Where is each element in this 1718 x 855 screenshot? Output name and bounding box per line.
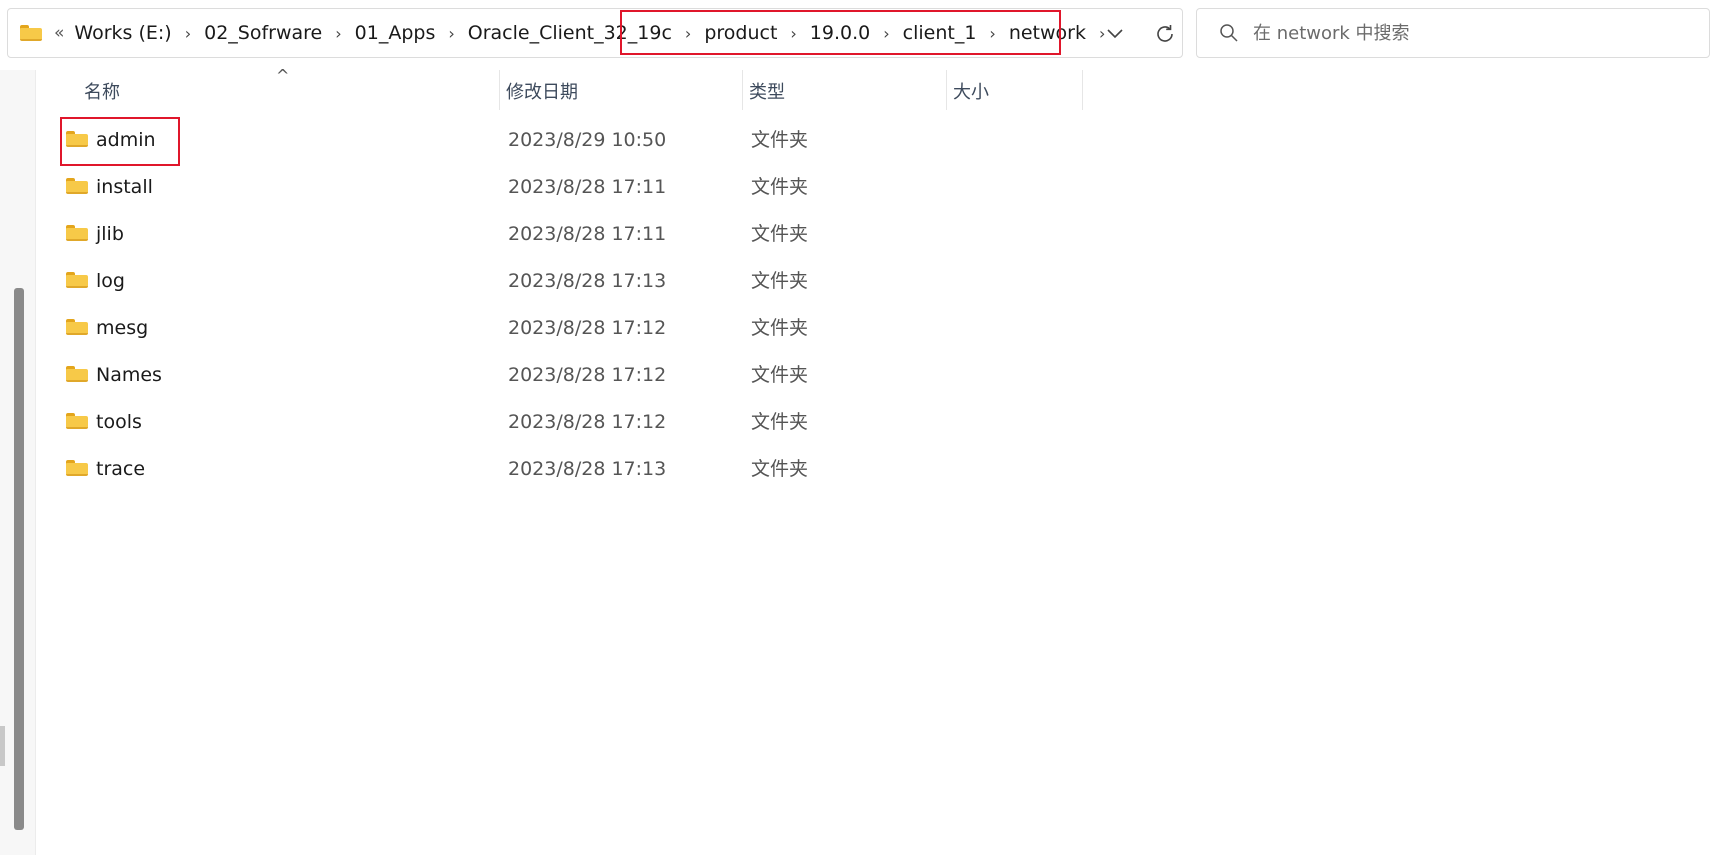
file-name[interactable]: tools <box>96 399 142 446</box>
folder-icon <box>66 178 88 194</box>
file-name[interactable]: trace <box>96 446 145 493</box>
breadcrumb-item-network[interactable]: network <box>1003 22 1092 44</box>
column-header-date[interactable]: 修改日期 <box>506 70 578 112</box>
file-date: 2023/8/29 10:50 <box>508 129 667 151</box>
list-item[interactable]: log 2023/8/28 17:13 文件夹 <box>36 258 1084 305</box>
breadcrumb-separator-icon[interactable]: › <box>876 24 896 43</box>
breadcrumb: Works (E:) › 02_Sofrware › 01_Apps › Ora… <box>68 9 1112 57</box>
breadcrumb-separator-icon[interactable]: › <box>178 24 198 43</box>
breadcrumb-item-version[interactable]: 19.0.0 <box>804 22 876 44</box>
file-type: 文件夹 <box>751 411 809 433</box>
folder-icon <box>66 366 88 382</box>
file-name[interactable]: log <box>96 258 125 305</box>
breadcrumb-separator-icon[interactable]: › <box>678 24 698 43</box>
file-name[interactable]: jlib <box>96 211 124 258</box>
column-divider[interactable] <box>499 70 500 110</box>
breadcrumb-separator-icon[interactable]: › <box>982 24 1002 43</box>
list-item[interactable]: jlib 2023/8/28 17:11 文件夹 <box>36 211 1084 258</box>
file-date: 2023/8/28 17:12 <box>508 364 667 386</box>
folder-icon <box>66 225 88 241</box>
list-item[interactable]: install 2023/8/28 17:11 文件夹 <box>36 164 1084 211</box>
file-type: 文件夹 <box>751 270 809 292</box>
file-date: 2023/8/28 17:12 <box>508 317 667 339</box>
file-type: 文件夹 <box>751 364 809 386</box>
column-header-size[interactable]: 大小 <box>953 70 989 112</box>
sort-ascending-icon: ^ <box>276 66 290 85</box>
breadcrumb-separator-icon[interactable]: › <box>328 24 348 43</box>
file-date: 2023/8/28 17:12 <box>508 411 667 433</box>
file-name[interactable]: install <box>96 164 153 211</box>
file-type: 文件夹 <box>751 223 809 245</box>
column-header-name[interactable]: 名称 <box>84 70 120 112</box>
breadcrumb-overflow-button[interactable]: « <box>54 23 64 43</box>
folder-icon <box>66 460 88 476</box>
breadcrumb-item-product[interactable]: product <box>698 22 783 44</box>
breadcrumb-separator-icon[interactable]: › <box>441 24 461 43</box>
chevron-down-icon <box>1107 29 1123 39</box>
file-type: 文件夹 <box>751 317 809 339</box>
column-divider[interactable] <box>1082 70 1083 110</box>
file-name[interactable]: mesg <box>96 305 148 352</box>
list-item[interactable]: trace 2023/8/28 17:13 文件夹 <box>36 446 1084 493</box>
file-date: 2023/8/28 17:13 <box>508 270 667 292</box>
column-divider[interactable] <box>946 70 947 110</box>
folder-icon <box>66 319 88 335</box>
list-item[interactable]: admin 2023/8/29 10:50 文件夹 <box>36 117 1084 164</box>
file-list: admin 2023/8/29 10:50 文件夹 install 2023/8… <box>36 117 1084 493</box>
list-item[interactable]: mesg 2023/8/28 17:12 文件夹 <box>36 305 1084 352</box>
folder-icon <box>66 413 88 429</box>
column-divider[interactable] <box>742 70 743 110</box>
list-item[interactable]: Names 2023/8/28 17:12 文件夹 <box>36 352 1084 399</box>
search-input[interactable] <box>1253 22 1693 44</box>
file-date: 2023/8/28 17:13 <box>508 458 667 480</box>
breadcrumb-item-client[interactable]: client_1 <box>897 22 983 44</box>
scrollbar-thumb[interactable] <box>14 288 24 830</box>
search-box[interactable] <box>1196 8 1710 58</box>
file-type: 文件夹 <box>751 458 809 480</box>
file-type: 文件夹 <box>751 129 809 151</box>
refresh-button[interactable] <box>1148 19 1182 49</box>
pane-resize-handle[interactable] <box>0 726 5 766</box>
address-history-button[interactable] <box>1098 21 1132 47</box>
column-header-type[interactable]: 类型 <box>749 70 785 112</box>
breadcrumb-item-sofrware[interactable]: 02_Sofrware <box>198 22 328 44</box>
breadcrumb-item-apps[interactable]: 01_Apps <box>349 22 442 44</box>
search-icon <box>1220 24 1238 42</box>
file-name[interactable]: Names <box>96 352 162 399</box>
breadcrumb-item-oracle-client[interactable]: Oracle_Client_32_19c <box>462 22 678 44</box>
file-type: 文件夹 <box>751 176 809 198</box>
column-header: ^ 名称 修改日期 类型 大小 <box>36 66 1084 112</box>
list-item[interactable]: tools 2023/8/28 17:12 文件夹 <box>36 399 1084 446</box>
folder-icon <box>20 25 42 41</box>
address-bar[interactable]: « Works (E:) › 02_Sofrware › 01_Apps › O… <box>7 8 1183 58</box>
folder-icon <box>66 272 88 288</box>
folder-icon <box>66 131 88 147</box>
breadcrumb-separator-icon[interactable]: › <box>783 24 803 43</box>
file-date: 2023/8/28 17:11 <box>508 223 667 245</box>
refresh-icon <box>1157 25 1173 42</box>
file-date: 2023/8/28 17:11 <box>508 176 667 198</box>
file-name[interactable]: admin <box>96 117 156 164</box>
breadcrumb-item-works[interactable]: Works (E:) <box>68 22 177 44</box>
